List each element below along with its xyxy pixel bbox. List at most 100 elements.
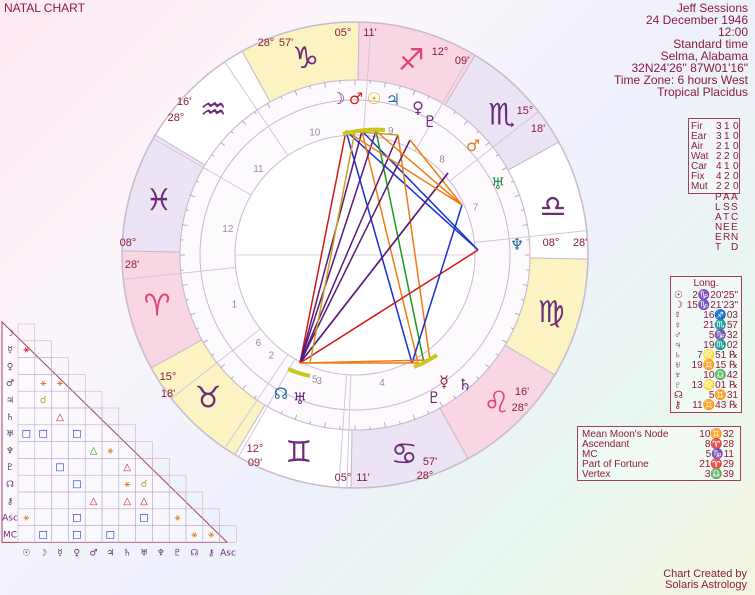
point-label: Vertex bbox=[582, 469, 611, 480]
aspect-grid-row-glyph: ♇ bbox=[6, 463, 14, 473]
aspect-grid-col-glyph: ♇ bbox=[174, 548, 182, 558]
cusp-minute-label: 28° bbox=[417, 470, 434, 482]
aspect-grid-symbol: ⚹ bbox=[191, 529, 197, 540]
aspect-grid-row-glyph: ♀ bbox=[7, 362, 14, 372]
planet-glyph: ☉ bbox=[367, 89, 381, 108]
aspect-grid-row-glyph: ☽ bbox=[6, 329, 14, 339]
cusp-minute-label: 57' bbox=[279, 37, 293, 49]
points-table: Mean Moon's Node 10♊32 Ascendant 8♈28 MC 5♑11… bbox=[577, 426, 741, 481]
point-value: 3♎39 bbox=[704, 469, 734, 480]
sign-glyph-taurus: ♉ bbox=[195, 381, 222, 416]
aspect-grid-row-glyph: ⚷ bbox=[7, 497, 14, 507]
longitude-row: ♂ 5♑32 bbox=[674, 330, 738, 341]
sign-glyph-gemini: ♊ bbox=[285, 435, 312, 470]
aspect-grid-col-glyph: ☽ bbox=[39, 548, 47, 558]
cusp-degree-label: 05° bbox=[335, 27, 352, 39]
cusp-degree-label: 12° bbox=[247, 443, 264, 455]
planet-glyph: ♇ bbox=[427, 388, 441, 407]
aspect-grid-cell bbox=[51, 357, 69, 375]
aspect-grid-symbol: ⚹ bbox=[175, 513, 181, 524]
elements-row: Air 2 1 0 bbox=[691, 141, 739, 152]
elements-row: Ear 3 1 0 bbox=[691, 131, 739, 142]
aspect-grid-cell bbox=[68, 374, 86, 392]
aspect-grid-col-glyph: ♂ bbox=[90, 548, 98, 558]
house-number: 6 bbox=[256, 338, 262, 349]
elements-row: Car 4 1 0 bbox=[691, 161, 739, 172]
longitudes-table: Long. ☉ 2♑20'25" ☽ 15♑21'23" ☿ 16♐03 ♀ 21♏57 ♂ 5♑… bbox=[670, 276, 742, 413]
longitude-value: 11♊43 ℞ bbox=[692, 400, 738, 411]
longitude-row: ☊ 5♊31 bbox=[674, 390, 738, 401]
point-row: MC 5♑11 bbox=[582, 449, 736, 460]
aspect-grid-row-glyph: ♄ bbox=[6, 413, 14, 423]
house-number: 8 bbox=[439, 154, 445, 165]
elements-cell: Mut bbox=[691, 181, 708, 192]
aspect-grid-row-glyph: ♂ bbox=[6, 379, 14, 389]
aspect-grid-row-glyph: ♆ bbox=[6, 446, 14, 456]
longitude-planet-glyph: ⚷ bbox=[674, 400, 682, 411]
longitude-row: ♀ 21♏57 bbox=[674, 320, 738, 331]
longitude-row: ☽ 15♑21'23" bbox=[674, 300, 738, 311]
aspect-grid-symbol: ☌ bbox=[141, 479, 148, 490]
elements-row: Wat 2 2 0 bbox=[691, 151, 739, 162]
aspect-grid-col-glyph: ♄ bbox=[123, 548, 131, 558]
elements-row: Fir 3 1 0 bbox=[691, 121, 739, 132]
credits-line2: Solaris Astrology bbox=[665, 579, 747, 591]
cusp-degree-label: 12° bbox=[432, 46, 449, 58]
longitude-row: ☉ 2♑20'25" bbox=[674, 290, 738, 301]
cusp-degree-label: 15° bbox=[160, 371, 177, 383]
cusp-minute-label: 09' bbox=[248, 457, 262, 469]
elements-cell: 0 bbox=[733, 181, 739, 192]
cusp-minute-label: 18' bbox=[531, 123, 545, 135]
point-row: Vertex 3♎39 bbox=[582, 469, 736, 480]
aspect-grid-symbol: □ bbox=[72, 429, 81, 440]
aspect-grid-symbol: ⚹ bbox=[23, 513, 29, 524]
longitude-row: ♆ 10♎42 bbox=[674, 370, 738, 381]
aspect-grid-symbol: □ bbox=[72, 479, 81, 490]
aspect-grid-symbol: △ bbox=[123, 462, 131, 473]
aspect-grid-col-glyph: ☊ bbox=[190, 548, 198, 558]
aspect-grid-symbol: △ bbox=[90, 445, 98, 456]
aspect-grid-symbol: □ bbox=[72, 513, 81, 524]
aspect-grid-col-glyph: ☿ bbox=[57, 548, 63, 558]
planet-glyph: ♅ bbox=[491, 174, 505, 193]
point-row: Ascendant 8♈28 bbox=[582, 439, 736, 450]
cusp-minute-label: 28° bbox=[168, 112, 185, 124]
cusp-minute-label: 11' bbox=[363, 27, 377, 39]
house-number: 1 bbox=[232, 300, 238, 311]
cusp-degree-label: 05° bbox=[335, 472, 352, 484]
elements-vertical-letter: T bbox=[715, 242, 722, 253]
elements-cell: 2 bbox=[724, 181, 730, 192]
cusp-degree-label: 15° bbox=[517, 105, 534, 117]
aspect-grid-symbol: ⚹ bbox=[23, 345, 29, 356]
planet-glyph: ♆ bbox=[510, 235, 524, 254]
elements-row: Fix 4 2 0 bbox=[691, 171, 739, 182]
cusp-minute-label: 11' bbox=[356, 472, 370, 484]
longitude-row: ♃ 19♏02 bbox=[674, 340, 738, 351]
elements-table: Fir 3 1 0 Ear 3 1 0 Air 2 1 0 Wat 2 2 0 Car 4 1 0 Fix 4 2 0 Mut 2… bbox=[688, 118, 740, 194]
planet-glyph: ♄ bbox=[458, 375, 472, 394]
natal-wheel: 123 456789101112♑ ♐♏♎♍♌♋♊♉♈♓♒05° 11'12°09'1… bbox=[1, 21, 589, 558]
planet-glyph: ☊ bbox=[274, 384, 288, 403]
elements-vertical-letter: D bbox=[731, 242, 739, 253]
house-number: 2 bbox=[269, 351, 275, 362]
cusp-degree-label: 16' bbox=[515, 386, 529, 398]
aspect-grid-symbol: □ bbox=[38, 429, 47, 440]
aspect-grid-symbol: ⚹ bbox=[124, 479, 130, 490]
aspect-grid-row-glyph: ♅ bbox=[6, 430, 14, 440]
cusp-degree-label: 57' bbox=[423, 456, 437, 468]
point-row: Mean Moon's Node 10♊32 bbox=[582, 429, 736, 440]
longitude-row: ♅ 19♊15 ℞ bbox=[674, 360, 738, 371]
aspect-grid-row-glyph: Asc bbox=[2, 514, 18, 524]
credits: Chart Created by Solaris Astrology bbox=[663, 569, 747, 591]
cusp-minute-label: 28' bbox=[125, 259, 139, 271]
aspect-grid-col-glyph: ⚷ bbox=[208, 548, 215, 558]
sign-glyph-aries: ♈ bbox=[144, 288, 171, 323]
aspect-grid-col-glyph: Asc bbox=[220, 548, 236, 558]
house-number: 12 bbox=[222, 224, 234, 235]
longitude-row: ☿ 16♐03 bbox=[674, 310, 738, 321]
house-number: 7 bbox=[473, 202, 479, 213]
aspect-grid-row-glyph: ☊ bbox=[6, 480, 14, 490]
aspect-grid-col-glyph: ♀ bbox=[74, 548, 81, 558]
house-number: 10 bbox=[309, 127, 321, 138]
sign-glyph-virgo: ♍ bbox=[538, 295, 565, 330]
